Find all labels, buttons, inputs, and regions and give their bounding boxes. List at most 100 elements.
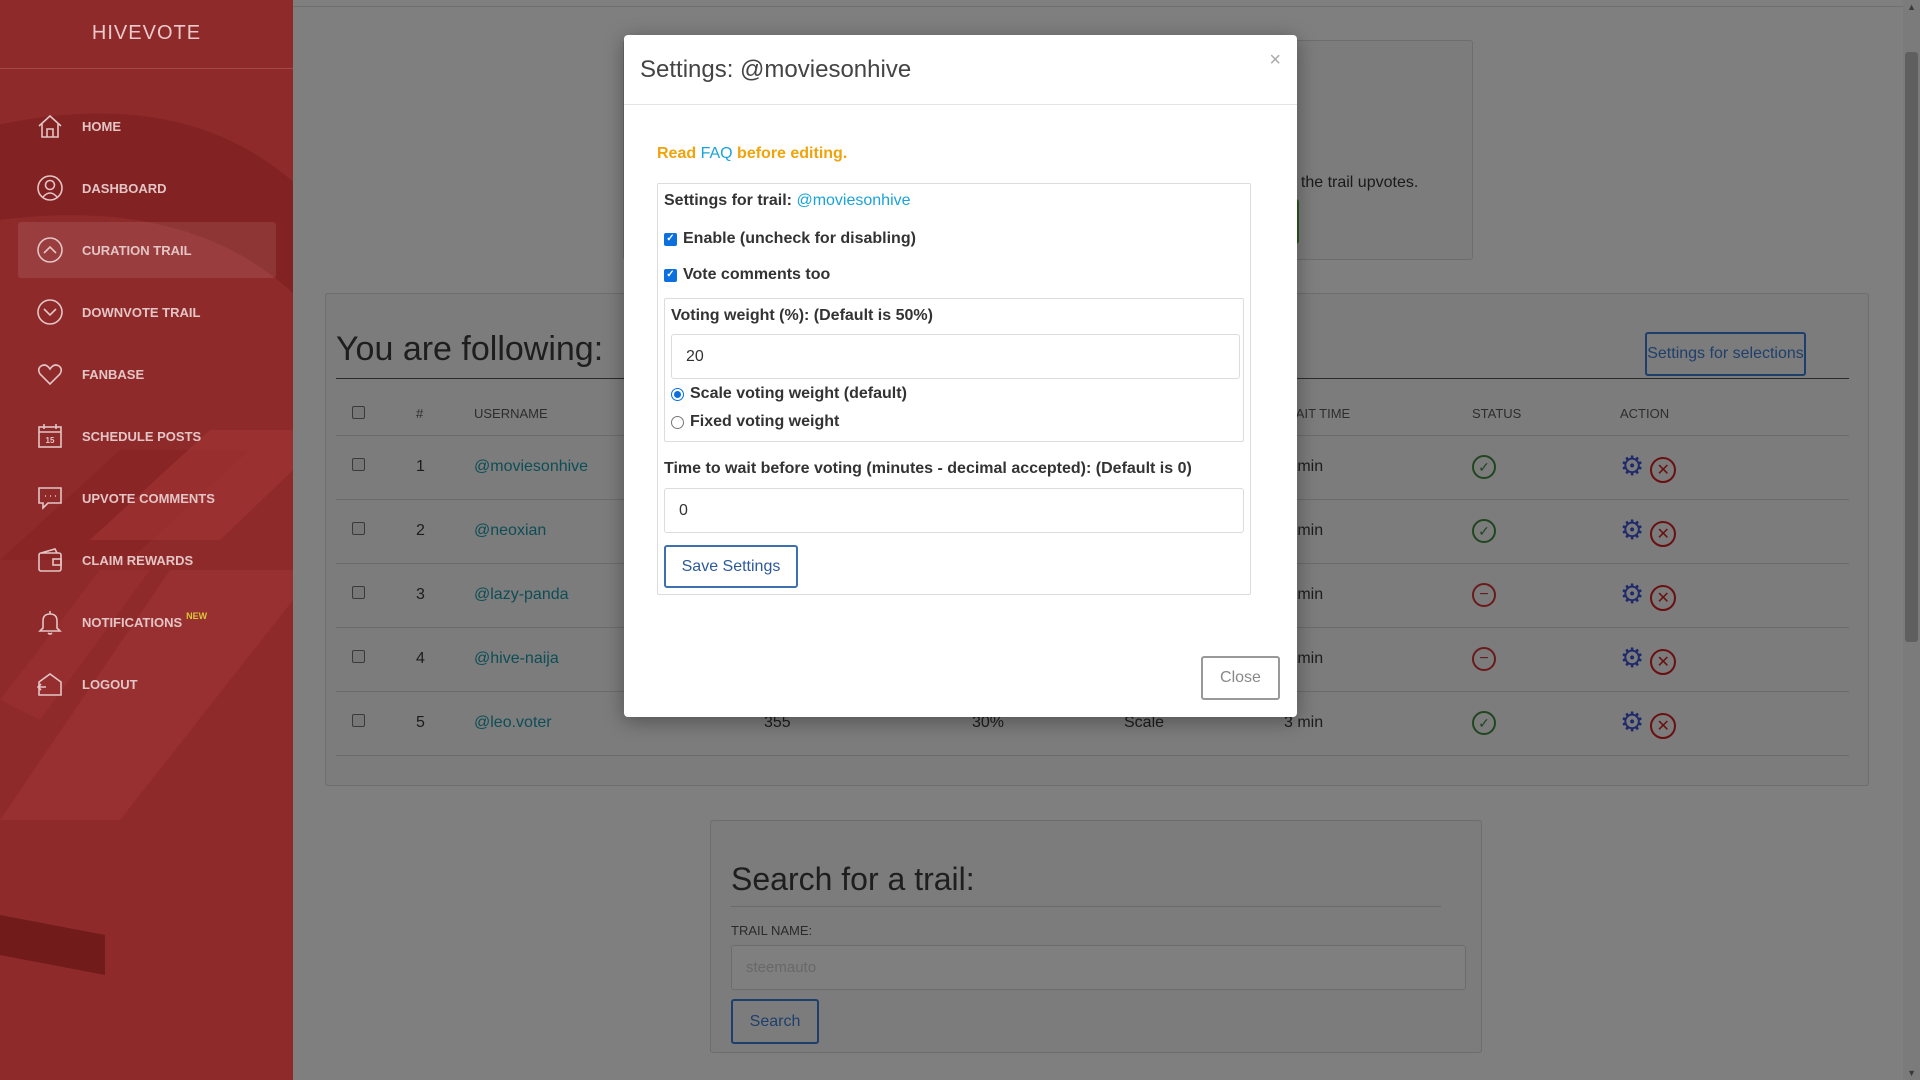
info-text: t the trail upvotes. [1292, 174, 1419, 191]
chevron-down-icon [36, 298, 64, 326]
page-scrollbar[interactable]: ▲ ▼ [1903, 0, 1920, 1080]
gear-icon[interactable]: ⚙ [1620, 643, 1644, 673]
heart-icon [36, 360, 64, 388]
username-link[interactable]: @neoxian [474, 522, 546, 539]
sidebar-item-dashboard[interactable]: DASHBOARD [18, 160, 276, 216]
search-button[interactable]: Search [731, 999, 819, 1044]
faq-notice: Read FAQ before editing. [657, 145, 1264, 163]
sidebar-item-label: UPVOTE COMMENTS [82, 490, 215, 506]
scale-weight-label[interactable]: Scale voting weight (default) [690, 385, 907, 403]
trail-user-link[interactable]: @moviesonhive [796, 192, 910, 209]
remove-icon[interactable]: ✕ [1650, 521, 1677, 548]
close-icon[interactable]: × [1269, 49, 1281, 72]
bell-icon [36, 608, 64, 636]
top-divider [293, 6, 1903, 7]
sidebar-item-claim-rewards[interactable]: CLAIM REWARDS [18, 532, 276, 588]
remove-icon[interactable]: ✕ [1650, 585, 1677, 612]
row-wait: 3 min [1284, 691, 1472, 756]
faq-prefix: Read [657, 145, 701, 162]
row-checkbox[interactable] [352, 650, 365, 663]
username-link[interactable]: @leo.voter [474, 714, 552, 731]
username-link[interactable]: @moviesonhive [474, 458, 588, 475]
trail-name-label: TRAIL NAME: [731, 923, 813, 938]
gear-icon[interactable]: ⚙ [1620, 707, 1644, 737]
faq-link[interactable]: FAQ [701, 145, 733, 162]
remove-icon[interactable]: ✕ [1650, 457, 1677, 484]
scroll-down-arrow-icon[interactable]: ▼ [1907, 1068, 1916, 1078]
logout-icon [36, 670, 64, 698]
sidebar-item-logout[interactable]: LOGOUT [18, 656, 276, 712]
row-num: 3 [416, 563, 474, 628]
modal-title: Settings: @moviesonhive [640, 55, 912, 83]
save-settings-button[interactable]: Save Settings [664, 545, 798, 588]
row-num: 2 [416, 499, 474, 564]
scale-weight-radio[interactable] [671, 387, 684, 401]
search-card: Search for a trail: TRAIL NAME: steemaut… [710, 820, 1482, 1053]
svg-text:15: 15 [46, 436, 55, 445]
row-checkbox[interactable] [352, 714, 365, 727]
username-link[interactable]: @lazy-panda [474, 586, 569, 603]
row-checkbox[interactable] [352, 458, 365, 471]
sidebar-item-home[interactable]: HOME [18, 98, 276, 154]
select-all-checkbox[interactable] [352, 405, 365, 419]
scroll-up-arrow-icon[interactable]: ▲ [1907, 2, 1916, 12]
close-button[interactable]: Close [1201, 656, 1280, 700]
wait-time-input[interactable]: 0 [664, 488, 1244, 533]
row-wait: 2 min [1284, 627, 1472, 692]
user-icon [36, 174, 64, 202]
sidebar-item-schedule-posts[interactable]: 15 SCHEDULE POSTS [18, 408, 276, 464]
sidebar-item-label: HOME [82, 118, 121, 134]
enable-label[interactable]: Enable (uncheck for disabling) [683, 230, 916, 248]
fixed-weight-radio[interactable] [671, 415, 684, 429]
new-badge: NEW [186, 611, 208, 621]
enable-checkbox[interactable]: ✓ [664, 232, 677, 246]
vote-comments-label[interactable]: Vote comments too [683, 266, 830, 284]
scroll-thumb[interactable] [1905, 52, 1918, 642]
row-checkbox[interactable] [352, 522, 365, 535]
sidebar-item-downvote-trail[interactable]: DOWNVOTE TRAIL [18, 284, 276, 340]
sidebar-item-label: NOTIFICATIONS [82, 614, 183, 630]
row-checkbox[interactable] [352, 586, 365, 599]
row-num: 5 [416, 691, 474, 756]
gear-icon[interactable]: ⚙ [1620, 515, 1644, 545]
vote-comments-checkbox[interactable]: ✓ [664, 268, 677, 282]
enable-row: ✓ Enable (uncheck for disabling) [664, 230, 1244, 248]
remove-icon[interactable]: ✕ [1650, 649, 1677, 676]
col-num: # [416, 393, 474, 436]
brand-logo-text[interactable]: HIVEVOTE [0, 22, 293, 45]
home-icon [36, 112, 64, 140]
gear-icon[interactable]: ⚙ [1620, 451, 1644, 481]
modal-body: Read FAQ before editing. Settings for tr… [624, 145, 1297, 595]
status-ok-icon: ✓ [1472, 519, 1496, 543]
col-status: STATUS [1472, 393, 1620, 436]
sidebar: HIVEVOTE HOME DASHBOARD CURATION TRAIL D… [0, 0, 293, 1080]
wait-time-label: Time to wait before voting (minutes - de… [664, 460, 1192, 477]
sidebar-item-notifications[interactable]: NOTIFICATIONS NEW [18, 594, 276, 650]
settings-for-selections-button[interactable]: Settings for selections [1645, 332, 1806, 376]
voting-weight-input[interactable]: 20 [671, 334, 1240, 379]
sidebar-item-curation-trail[interactable]: CURATION TRAIL [18, 222, 276, 278]
voting-weight-label: Voting weight (%): (Default is 50%) [671, 307, 933, 324]
gear-icon[interactable]: ⚙ [1620, 579, 1644, 609]
trail-name-input[interactable]: steemauto [731, 945, 1466, 990]
status-ok-icon: ✓ [1472, 455, 1496, 479]
username-link[interactable]: @hive-naija [474, 650, 559, 667]
comment-icon [36, 484, 64, 512]
sidebar-nav: HOME DASHBOARD CURATION TRAIL DOWNVOTE T… [18, 98, 276, 718]
remove-icon[interactable]: ✕ [1650, 713, 1677, 740]
wallet-icon [36, 546, 64, 574]
sidebar-item-label: DOWNVOTE TRAIL [82, 304, 201, 320]
modal-header: Settings: @moviesonhive × [624, 35, 1297, 105]
settings-modal: Settings: @moviesonhive × Read FAQ befor… [624, 35, 1297, 717]
scale-weight-row: Scale voting weight (default) [671, 385, 1237, 403]
row-wait: 0 min [1284, 435, 1472, 500]
sidebar-item-fanbase[interactable]: FANBASE [18, 346, 276, 402]
row-num: 4 [416, 627, 474, 692]
sidebar-item-label: CURATION TRAIL [82, 242, 192, 258]
col-action: ACTION [1620, 393, 1849, 436]
search-divider [731, 906, 1441, 907]
sidebar-item-upvote-comments[interactable]: UPVOTE COMMENTS [18, 470, 276, 526]
fixed-weight-label[interactable]: Fixed voting weight [690, 413, 839, 431]
row-wait: 3 min [1284, 499, 1472, 564]
voting-weight-box: Voting weight (%): (Default is 50%) 20 S… [664, 298, 1244, 442]
